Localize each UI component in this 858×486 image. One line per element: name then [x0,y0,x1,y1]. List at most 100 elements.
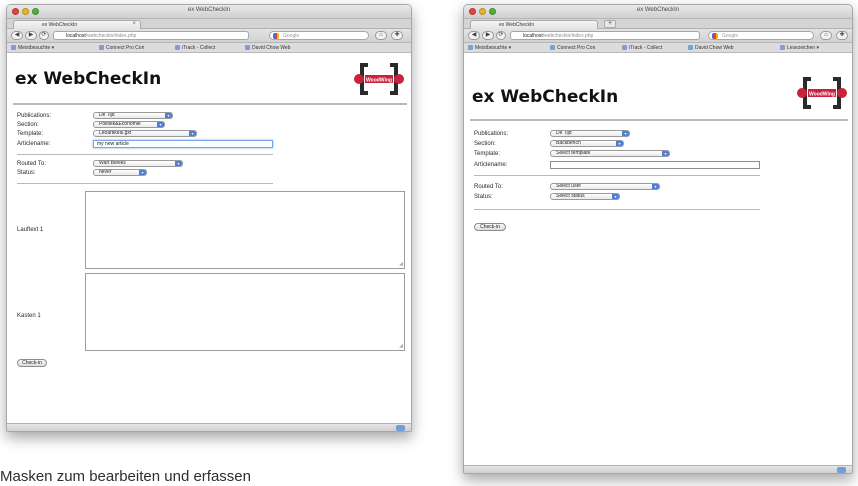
section-divider [17,154,273,155]
back-button[interactable]: ◀ [11,31,23,40]
reload-button[interactable]: ⟳ [496,31,506,40]
navigation-bar: ◀ ▶ ⟳ localhost/webcheckin/index.php Goo… [464,29,852,43]
bookmark-item[interactable]: David Chow Web [245,45,291,51]
page-title: ex WebCheckIn [472,87,619,107]
kasten-label: Kasten 1 [17,313,41,319]
search-input[interactable]: Google [269,31,369,40]
publications-label: Publications: [17,113,52,119]
bookmark-icon [99,45,104,50]
section-label: Section: [474,141,496,147]
section-divider [474,209,760,210]
bookmark-icon [550,45,555,50]
bookmark-item[interactable]: Lesezeichen ▾ [780,45,819,51]
navigation-bar: ◀ ▶ ⟳ localhost/webcheckin/index.php Goo… [7,29,411,43]
company-logo: WoodWing [354,63,404,95]
search-input[interactable]: Google [708,31,814,40]
tab-strip: ex WebCheckIn × [7,19,411,29]
google-icon [273,33,279,39]
section-divider [474,175,760,176]
back-button[interactable]: ◀ [468,31,480,40]
routed-to-select[interactable]: Wart Bleeks ▾ [93,160,183,167]
bookmark-icon [780,45,785,50]
kasten-textarea[interactable]: ◢ [85,273,405,351]
search-placeholder: Google [722,33,739,39]
resize-grip-icon[interactable]: ◢ [399,343,403,349]
forward-button[interactable]: ▶ [482,31,494,40]
status-label: Status: [474,194,493,200]
header-divider [470,119,848,121]
chevron-down-icon: ▾ [622,131,629,136]
home-button[interactable]: ⌂ [375,31,387,40]
bookmark-item[interactable]: Meistbesuchte ▾ [11,45,54,51]
chevron-down-icon: ▾ [175,161,182,166]
bookmark-item[interactable]: David Chow Web [688,45,734,51]
chevron-down-icon: ▾ [652,184,659,189]
forward-button[interactable]: ▶ [25,31,37,40]
routed-to-label: Routed To: [17,161,46,167]
browser-window-edit: ex WebCheckIn ex WebCheckIn × ◀ ▶ ⟳ loca… [6,4,412,432]
addon-bar-icon[interactable] [396,425,405,431]
bookmark-icon [245,45,250,50]
lauftext-label: Lauftext 1 [17,227,44,233]
new-tab-button[interactable]: + [604,20,616,28]
url-bar[interactable]: localhost/webcheckin/index.php [510,31,700,40]
template-label: Template: [17,131,44,137]
caption-text: Masken zum bearbeiten und erfassen [0,468,251,485]
browser-window-new: ex WebCheckIn ex WebCheckIn + ◀ ▶ ⟳ loca… [463,4,853,474]
reload-button[interactable]: ⟳ [39,31,49,40]
status-select[interactable]: never ▾ [93,169,147,176]
articlename-input[interactable]: my new article [93,140,273,148]
title-bar: ex WebCheckIn [464,5,852,19]
bookmark-item[interactable]: Connect Pro Con [99,45,144,51]
status-select[interactable]: Select status ▾ [550,193,620,200]
bookmark-icon [622,45,627,50]
bookmark-item[interactable]: iTrack - Collect [175,45,215,51]
section-select[interactable]: Politiek&Economie ▾ [93,121,165,128]
section-divider [17,183,273,184]
bookmark-icon [688,45,693,50]
routed-to-select[interactable]: Select user ▾ [550,183,660,190]
bookmark-item[interactable]: iTrack - Collect [622,45,662,51]
url-bar[interactable]: localhost/webcheckin/index.php [53,31,249,40]
chevron-down-icon: ▾ [157,122,164,127]
tab-strip: ex WebCheckIn + [464,19,852,29]
addons-button[interactable]: ✚ [391,31,403,40]
title-bar: ex WebCheckIn [7,5,411,19]
page-content: ex WebCheckIn WoodWing Publications: De … [464,57,852,465]
check-in-button[interactable]: Check-in [17,359,47,367]
routed-to-label: Routed To: [474,184,503,190]
addons-button[interactable]: ✚ [836,31,848,40]
status-bar [7,423,411,431]
articlename-label: Articlename: [17,141,51,147]
check-in-button[interactable]: Check-in [474,223,506,231]
url-path: /webcheckin/index.php [85,33,137,39]
browser-tab[interactable]: ex WebCheckIn × [13,20,141,29]
section-select[interactable]: Backbench ▾ [550,140,624,147]
bookmarks-bar: Meistbesuchte ▾ Connect Pro Con iTrack -… [464,43,852,53]
tab-label: ex WebCheckIn [42,22,78,28]
publications-select[interactable]: De Tijd ▾ [93,112,173,119]
home-button[interactable]: ⌂ [820,31,832,40]
url-path: /webcheckin/index.php [542,33,594,39]
browser-tab[interactable]: ex WebCheckIn [470,20,598,29]
template-select[interactable]: Select template ▾ [550,150,670,157]
bookmark-item[interactable]: Connect Pro Con [550,45,595,51]
template-select[interactable]: Leoartikels.gxt ▾ [93,130,197,137]
bookmark-icon [468,45,473,50]
publications-select[interactable]: De Tijd ▾ [550,130,630,137]
section-label: Section: [17,122,39,128]
articlename-input[interactable] [550,161,760,169]
svg-text:WoodWing: WoodWing [366,78,392,84]
header-divider [13,103,407,105]
svg-text:WoodWing: WoodWing [809,92,835,98]
lauftext-textarea[interactable]: ◢ [85,191,405,269]
bookmark-item[interactable]: Meistbesuchte ▾ [468,45,511,51]
tab-label: ex WebCheckIn [499,22,535,28]
bookmarks-bar: Meistbesuchte ▾ Connect Pro Con iTrack -… [7,43,411,53]
resize-grip-icon[interactable]: ◢ [399,261,403,267]
template-label: Template: [474,151,501,157]
chevron-down-icon: ▾ [612,194,619,199]
addon-bar-icon[interactable] [837,467,846,473]
chevron-down-icon: ▾ [189,131,196,136]
tab-close-icon[interactable]: × [132,21,136,27]
